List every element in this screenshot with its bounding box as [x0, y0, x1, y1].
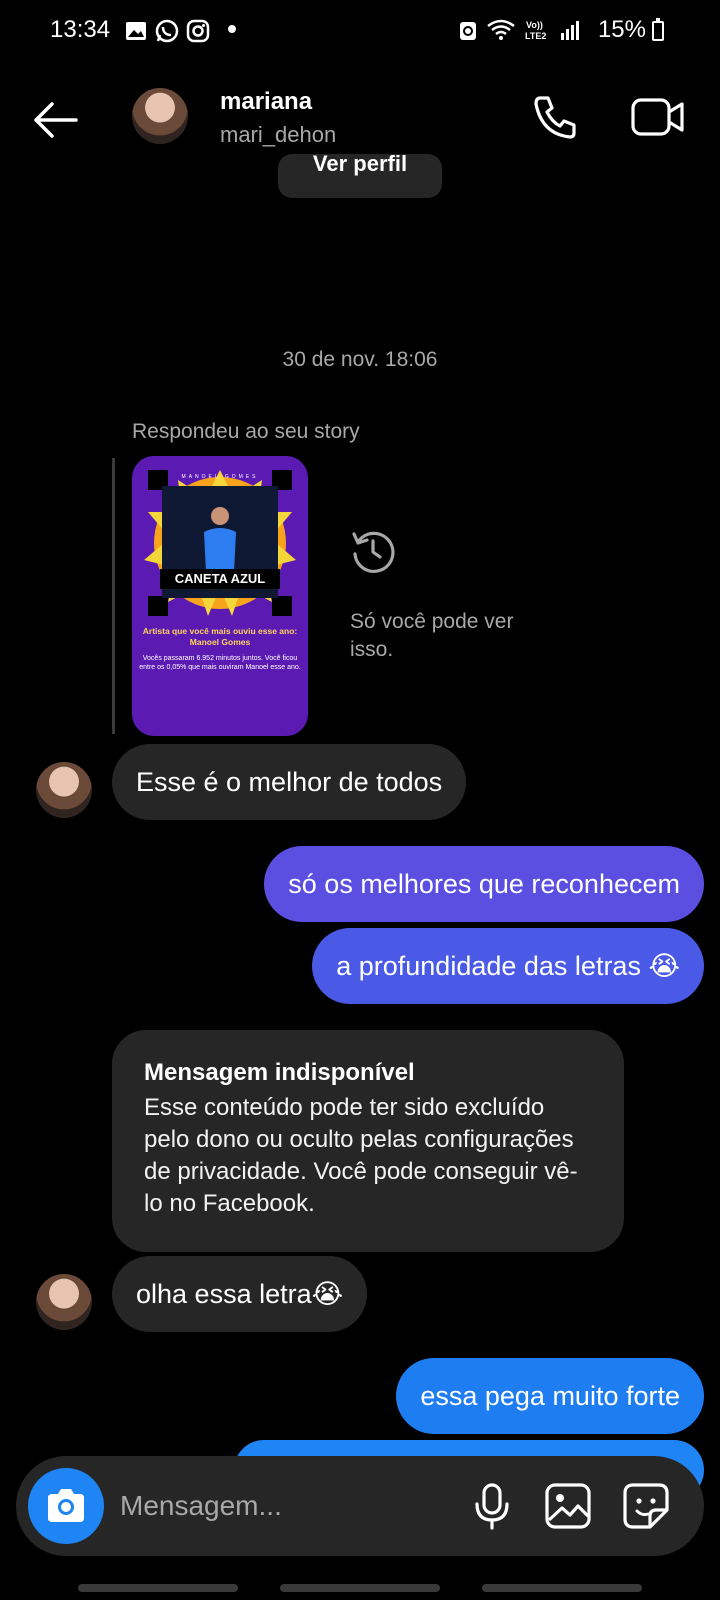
contact-handle[interactable]: mari_dehon [220, 122, 336, 148]
video-call-icon[interactable] [630, 94, 686, 140]
nav-home[interactable] [280, 1584, 440, 1592]
contact-name[interactable]: mariana [220, 88, 312, 116]
signal-icon [561, 21, 579, 40]
view-profile-button[interactable]: Ver perfil [278, 154, 442, 198]
nav-recent-apps[interactable] [78, 1584, 238, 1592]
outgoing-message[interactable]: só os melhores que reconhecem [264, 846, 704, 922]
nav-back[interactable] [482, 1584, 642, 1592]
message-input[interactable] [120, 1484, 440, 1528]
outgoing-message[interactable]: a profundidade das letras 😭 [312, 928, 704, 1004]
reply-quote-line [112, 458, 115, 734]
unavailable-title: Mensagem indisponível [144, 1059, 415, 1086]
outgoing-message[interactable]: essa pega muito forte [396, 1358, 704, 1434]
message-timestamp: 30 de nov. 18:06 [282, 348, 438, 371]
back-arrow-icon[interactable] [30, 100, 80, 140]
status-left-icons [124, 18, 210, 44]
phone-call-icon[interactable] [530, 92, 580, 142]
recycle-icon [460, 22, 476, 40]
story-reply-label: Respondeu ao seu story [132, 420, 360, 443]
camera-button[interactable] [28, 1468, 104, 1544]
status-time: 13:34 [50, 16, 111, 43]
gallery-icon[interactable] [542, 1480, 594, 1532]
private-notice: Só você pode ver isso. [350, 610, 514, 661]
story-artist-wordmark: MANOEL GOMES [181, 474, 259, 480]
avatar[interactable] [36, 762, 92, 818]
battery-percent: 15% [597, 16, 646, 43]
incoming-message[interactable]: Esse é o melhor de todos [112, 744, 467, 820]
story-headline: Artista que você mais ouviu esse ano: Ma… [142, 626, 298, 647]
story-details: Vocês passaram 6.952 minutos juntos. Voc… [139, 655, 301, 671]
status-bar: 13:34 Vo)) LTE2 15% [0, 0, 720, 64]
sticker-icon[interactable] [620, 1480, 672, 1532]
incoming-message[interactable]: olha essa letra😭 [112, 1256, 368, 1332]
camera-icon [48, 1489, 84, 1522]
microphone-icon[interactable] [466, 1480, 518, 1532]
instagram-icon [186, 19, 210, 43]
avatar[interactable] [36, 1274, 92, 1330]
unavailable-message[interactable]: Mensagem indisponível Esse conteúdo pode… [112, 1030, 624, 1252]
status-right-icons: Vo)) LTE2 [458, 18, 580, 42]
unavailable-body: Esse conteúdo pode ter sido excluído pel… [144, 1094, 578, 1217]
notification-dot [228, 25, 236, 33]
story-song-title: CANETA AZUL [160, 569, 280, 589]
battery-icon [652, 18, 664, 41]
history-clock-icon [352, 531, 395, 573]
volte-icon: Vo))LTE2 [525, 20, 546, 41]
avatar[interactable] [132, 88, 188, 144]
whatsapp-icon [155, 19, 179, 43]
svg-text:Vo)): Vo)) [526, 20, 543, 30]
message-composer [16, 1456, 704, 1556]
wifi-icon [487, 19, 515, 40]
system-navigation-bar [0, 1584, 720, 1600]
gallery-icon [126, 22, 146, 40]
view-profile-label: Ver perfil [312, 154, 408, 176]
story-preview[interactable]: MANOEL GOMES CANETA AZUL Artista que voc… [132, 456, 308, 736]
svg-text:LTE2: LTE2 [525, 31, 546, 41]
